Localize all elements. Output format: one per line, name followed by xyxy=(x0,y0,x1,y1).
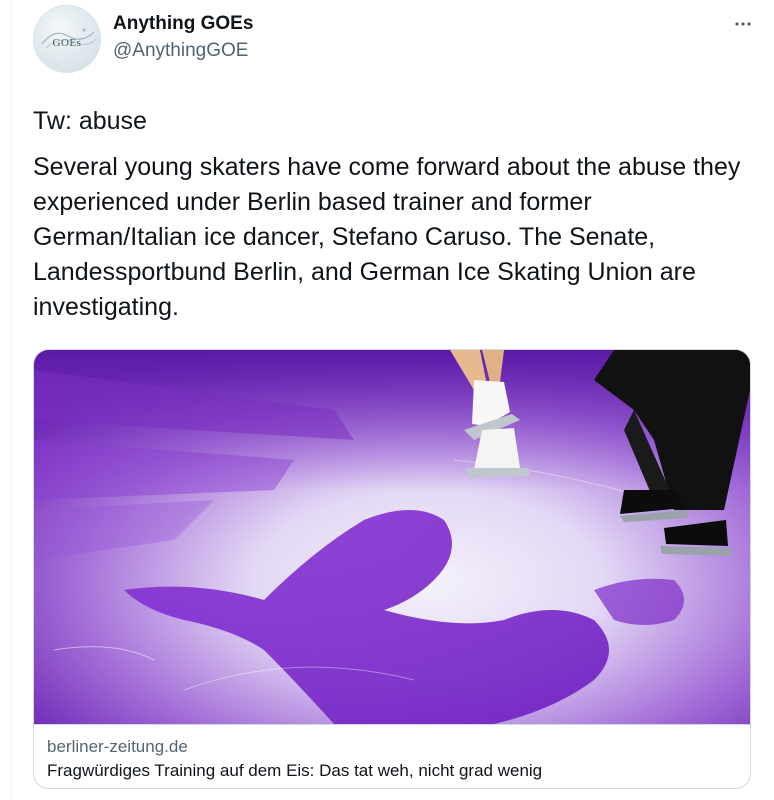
ice-skaters-photo xyxy=(34,350,750,724)
author-display-name[interactable]: Anything GOEs xyxy=(113,13,253,35)
tweet-body: Several young skaters have come forward … xyxy=(33,153,741,321)
card-footer[interactable]: berliner-zeitung.de Fragwürdiges Trainin… xyxy=(34,724,750,788)
tweet: GOEs Anything GOEs @AnythingGOE Tw: abus… xyxy=(0,0,774,800)
avatar[interactable]: GOEs xyxy=(33,5,101,73)
author-handle[interactable]: @AnythingGOE xyxy=(113,40,248,62)
timeline-divider xyxy=(10,0,11,800)
card-title[interactable]: Fragwürdiges Training auf dem Eis: Das t… xyxy=(47,761,542,781)
avatar-logo-text: GOEs xyxy=(52,37,82,49)
more-horizontal-icon[interactable] xyxy=(733,14,753,34)
tweet-text: Tw: abuse Several young skaters have com… xyxy=(33,104,753,325)
link-preview-card[interactable]: berliner-zeitung.de Fragwürdiges Trainin… xyxy=(33,349,751,789)
content-warning-line: Tw: abuse xyxy=(33,107,147,135)
card-image[interactable] xyxy=(34,350,750,724)
card-domain: berliner-zeitung.de xyxy=(47,737,188,756)
